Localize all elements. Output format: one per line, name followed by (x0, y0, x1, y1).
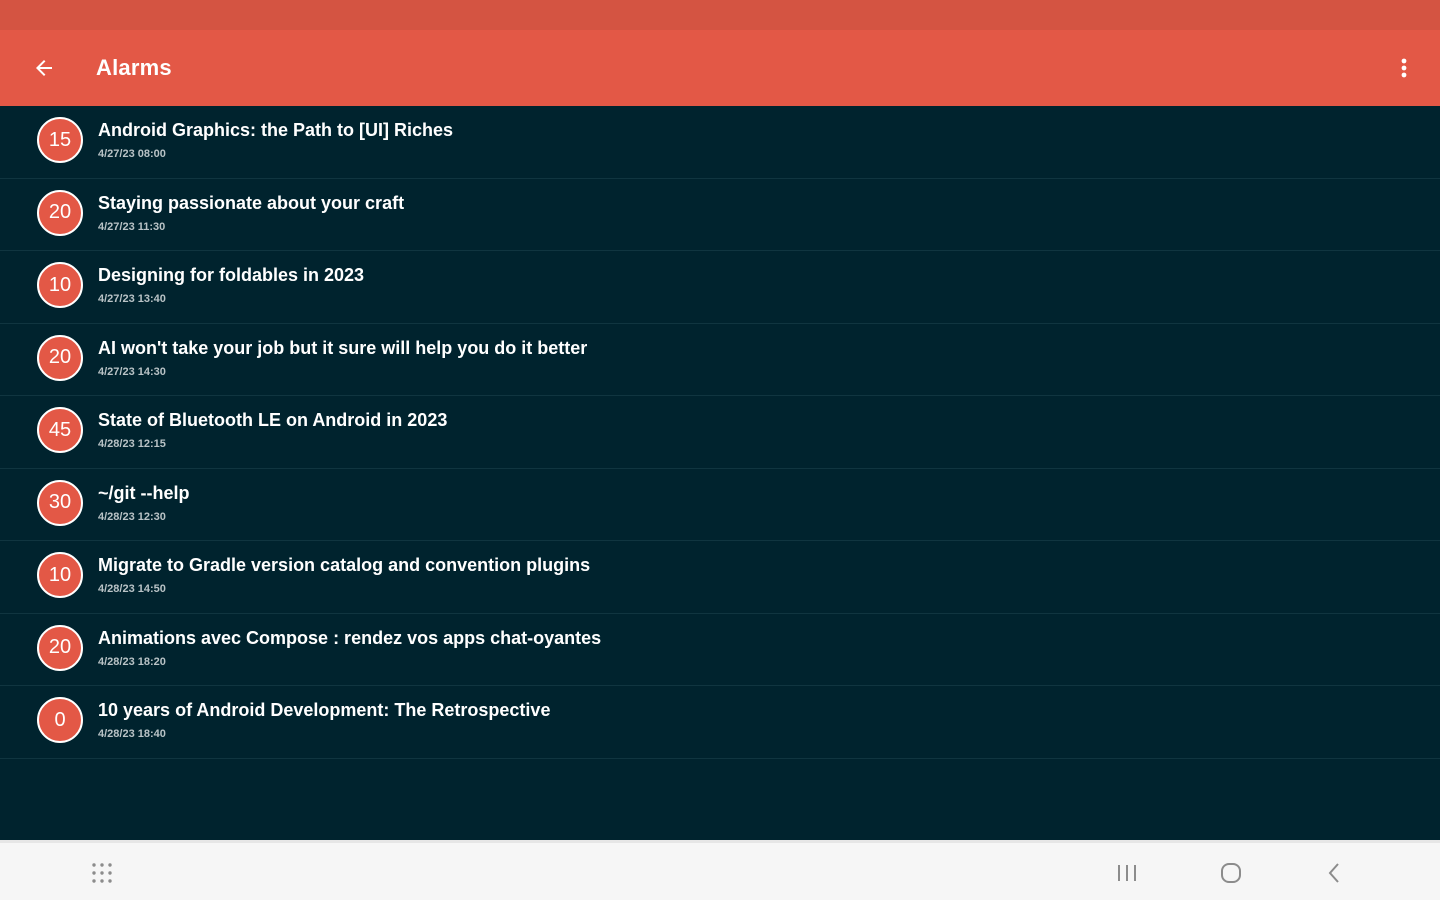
alarm-row[interactable]: 20 AI won't take your job but it sure wi… (0, 324, 1440, 396)
alarm-time: 4/27/23 11:30 (98, 220, 166, 233)
alarm-time: 4/28/23 12:30 (98, 510, 166, 523)
alarm-title: Designing for foldables in 2023 (98, 265, 365, 285)
minutes-badge: 45 (37, 407, 83, 453)
alarm-row[interactable]: 15 Android Graphics: the Path to [UI] Ri… (0, 106, 1440, 179)
alarm-row[interactable]: 10 Migrate to Gradle version catalog and… (0, 541, 1440, 614)
alarm-row[interactable]: 20 Animations avec Compose : rendez vos … (0, 614, 1440, 686)
alarm-time: 4/27/23 08:00 (98, 148, 166, 160)
more-vert-icon (1401, 58, 1407, 78)
alarm-time: 4/27/23 14:30 (98, 365, 166, 378)
recents-icon (1118, 865, 1136, 881)
minutes-badge: 20 (37, 624, 83, 671)
alarm-time: 4/28/23 14:50 (98, 583, 166, 595)
alarm-title: Animations avec Compose : rendez vos app… (98, 627, 602, 648)
recents-button[interactable] (1107, 853, 1147, 893)
alarm-row[interactable]: 45 State of Bluetooth LE on Android in 2… (0, 396, 1440, 469)
nav-back-icon (1328, 863, 1339, 883)
nav-back-button[interactable] (1314, 853, 1354, 893)
alarm-row[interactable]: 20 Staying passionate about your craft 4… (0, 179, 1440, 251)
minutes-badge: 15 (37, 117, 83, 163)
app-bar: Alarms (0, 30, 1440, 106)
alarm-title: AI won't take your job but it sure will … (98, 337, 588, 358)
alarm-title: State of Bluetooth LE on Android in 2023 (98, 410, 448, 430)
minutes-badge: 10 (37, 552, 83, 598)
alarm-title: Staying passionate about your craft (98, 192, 405, 213)
alarm-row[interactable]: 0 10 years of Android Development: The R… (0, 686, 1440, 759)
home-button[interactable] (1211, 853, 1251, 893)
apps-button[interactable] (82, 853, 122, 893)
minutes-badge: 30 (37, 479, 83, 526)
minutes-badge: 20 (37, 189, 83, 236)
alarm-time: 4/27/23 13:40 (98, 293, 166, 305)
alarm-title: Migrate to Gradle version catalog and co… (98, 555, 591, 575)
page-title: Alarms (96, 55, 172, 80)
overflow-menu-button[interactable] (1388, 48, 1420, 88)
app-grid-icon (92, 863, 112, 883)
minutes-badge: 20 (37, 334, 83, 381)
back-button[interactable] (24, 48, 64, 88)
arrow-left-icon (36, 60, 52, 76)
alarm-row[interactable]: 30 ~/git --help 4/28/23 12:30 (0, 469, 1440, 541)
alarm-title: Android Graphics: the Path to [UI] Riche… (98, 120, 454, 140)
system-navigation-bar (0, 840, 1440, 900)
alarm-title: 10 years of Android Development: The Ret… (98, 700, 551, 720)
alarm-row[interactable]: 10 Designing for foldables in 2023 4/27/… (0, 251, 1440, 324)
alarm-time: 4/28/23 18:40 (98, 728, 166, 740)
minutes-badge: 10 (37, 262, 83, 308)
status-bar (0, 0, 1440, 30)
minutes-badge: 0 (37, 697, 83, 743)
home-icon (1221, 863, 1241, 883)
alarm-time: 4/28/23 12:15 (98, 438, 166, 450)
alarm-time: 4/28/23 18:20 (98, 655, 166, 668)
alarm-list: 15 Android Graphics: the Path to [UI] Ri… (0, 106, 1440, 840)
alarm-title: ~/git --help (98, 482, 190, 503)
